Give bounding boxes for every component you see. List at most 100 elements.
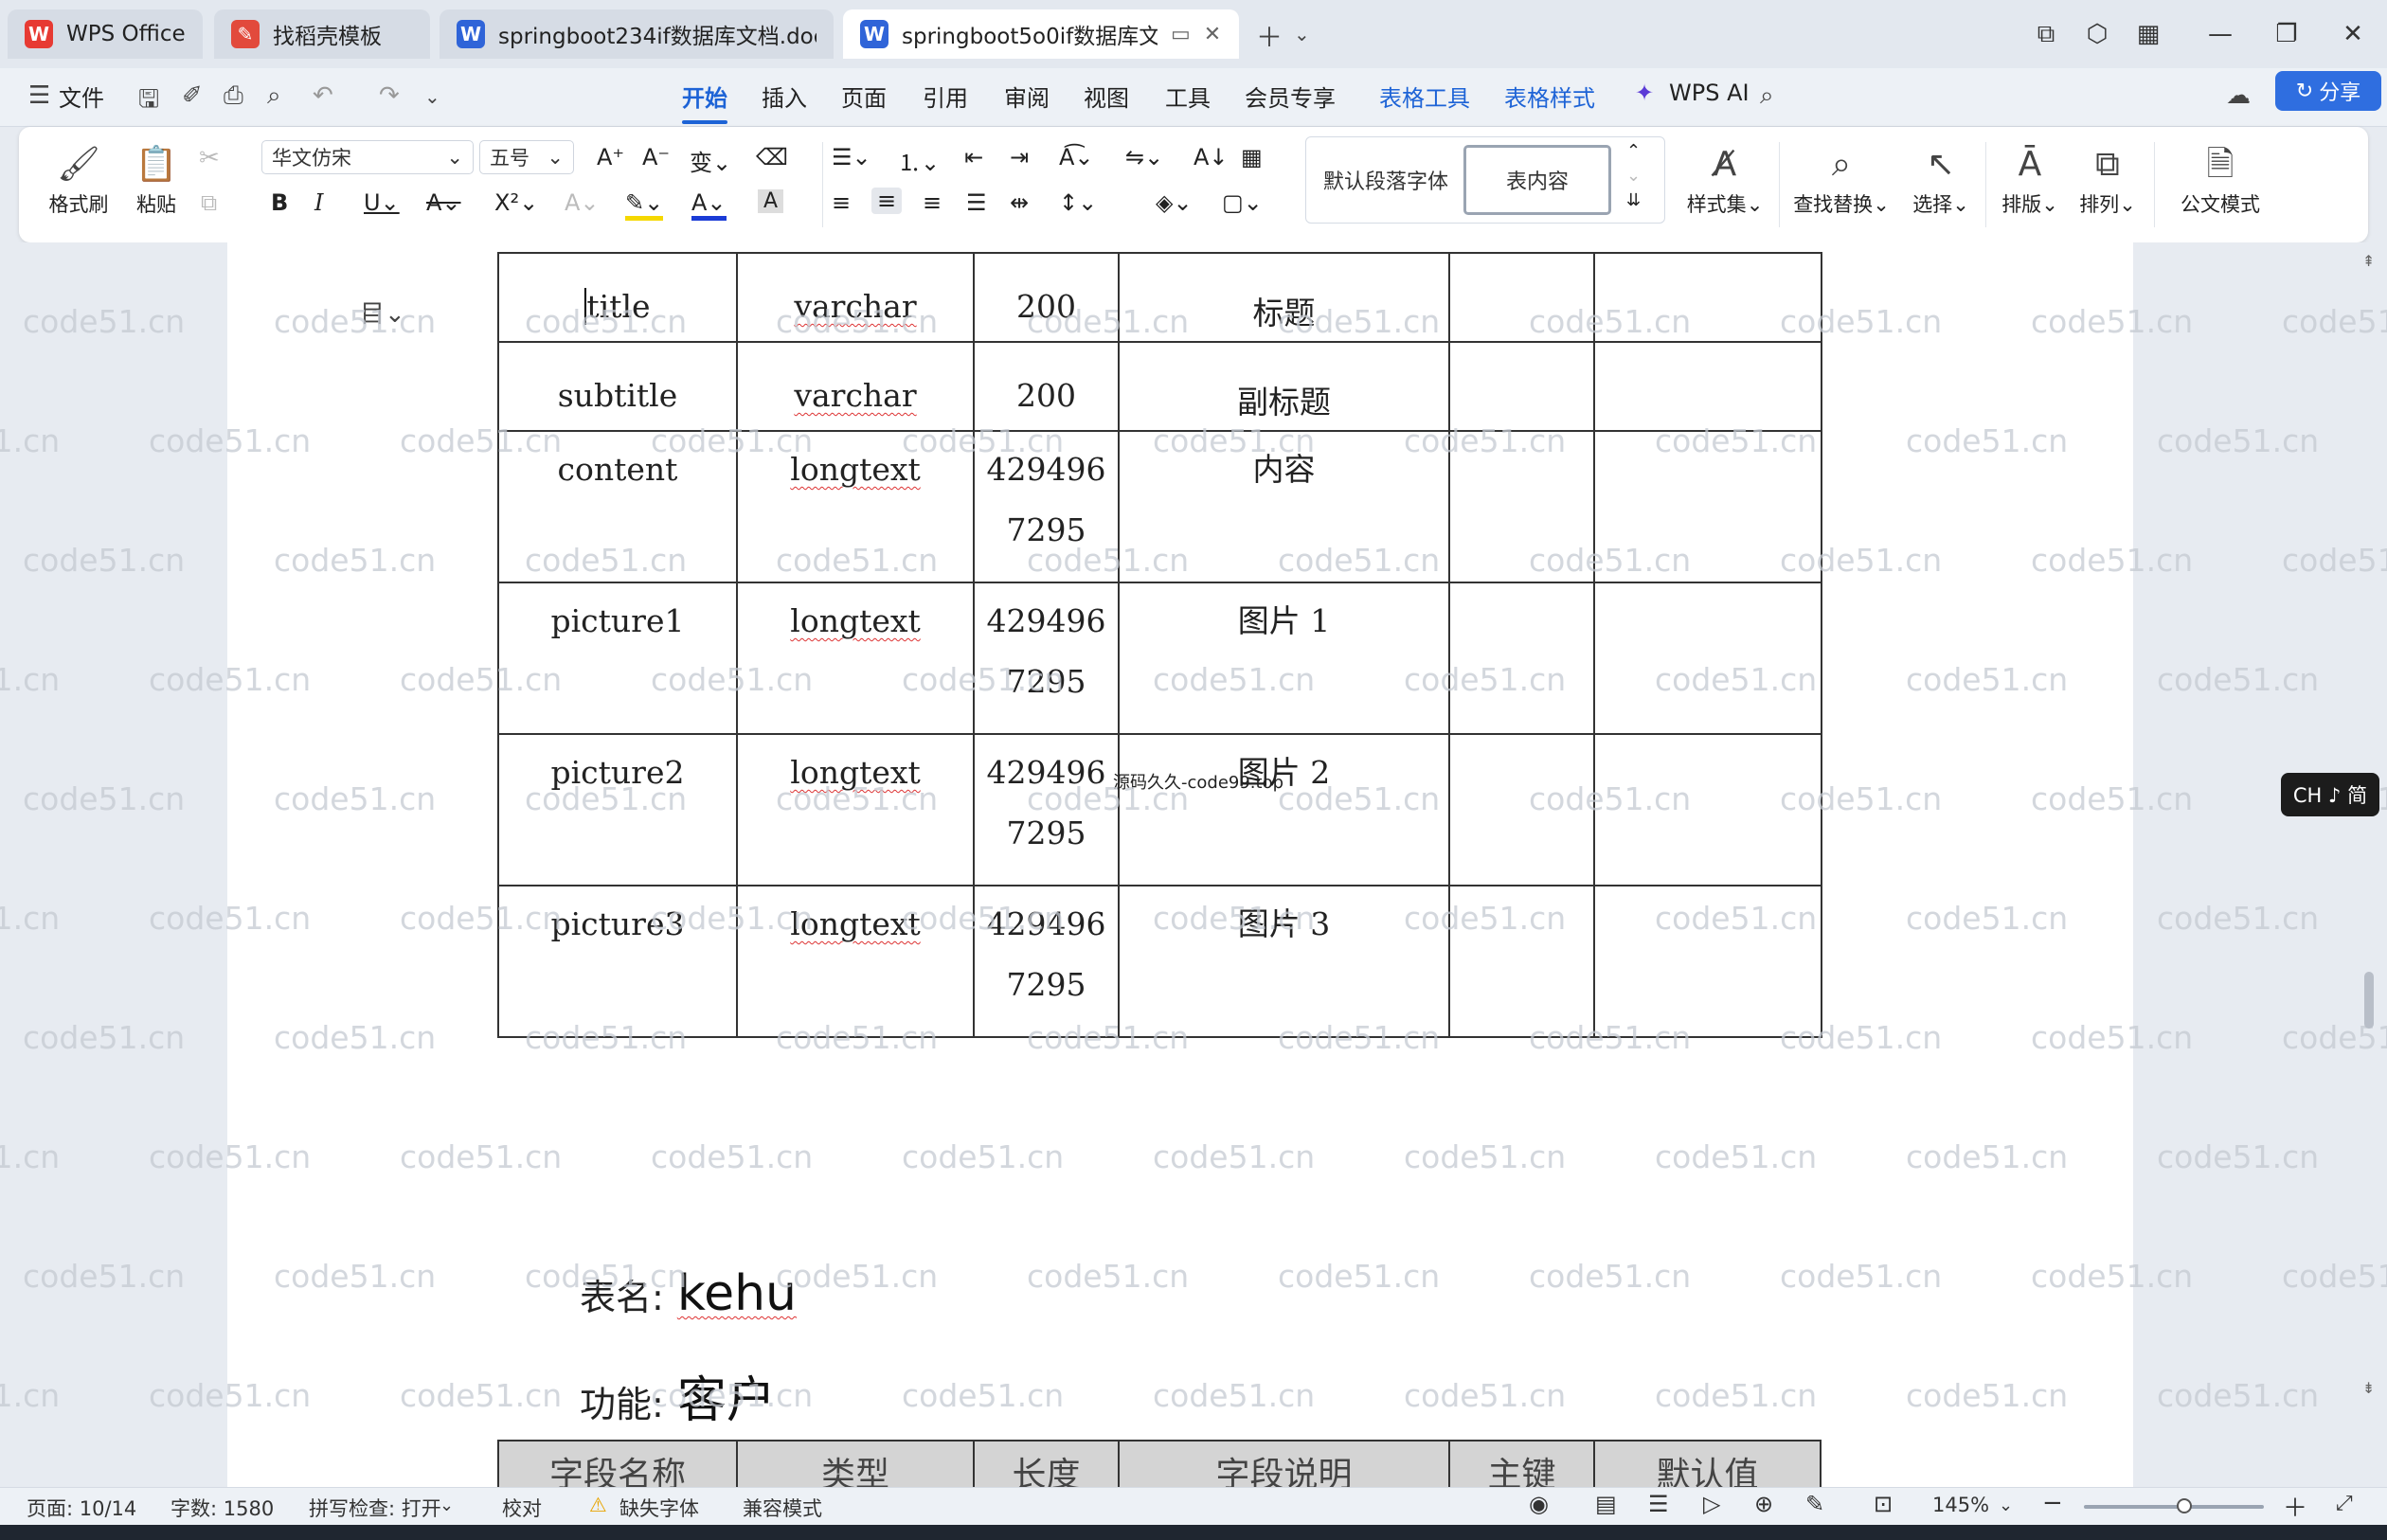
cell-field-type[interactable]: varchar [736, 252, 975, 343]
play-icon[interactable]: ▷ [1703, 1491, 1720, 1517]
close-tab-icon[interactable]: ✕ [1204, 23, 1221, 46]
cloud-upload-icon[interactable]: ☁ [2226, 81, 2251, 110]
chevron-down-icon[interactable]: ⌄ [1626, 166, 1641, 186]
menu-icon[interactable]: ☰ [28, 81, 50, 110]
italic-icon[interactable]: I [314, 189, 323, 216]
redo-icon[interactable]: ↷ [379, 81, 400, 110]
underline-icon[interactable]: U⌄ [364, 189, 400, 216]
cell-field-type[interactable]: longtext [736, 430, 975, 583]
tab-list-icon[interactable]: ⧉ [2023, 13, 2069, 55]
menu-review[interactable]: 审阅 [1004, 80, 1050, 113]
style-table-content[interactable]: 表内容 [1463, 145, 1611, 215]
fullscreen-icon[interactable]: ⤢ [2336, 1492, 2353, 1515]
clear-format-icon[interactable]: ⌫ [756, 144, 788, 170]
menu-reference[interactable]: 引用 [923, 80, 968, 113]
new-tab-icon[interactable]: ＋ [1256, 17, 1283, 55]
cell-default-value[interactable] [1593, 733, 1822, 886]
cube-icon[interactable]: ⬡ [2074, 13, 2120, 55]
scroll-thumb[interactable] [2364, 972, 2374, 1029]
print-icon[interactable]: ⎙ [224, 81, 243, 111]
undo-icon[interactable]: ↶ [313, 81, 333, 110]
font-name-select[interactable]: 华文仿宋 ⌄ [261, 140, 474, 174]
tab-wps-office[interactable]: W WPS Office [8, 9, 203, 59]
shrink-font-icon[interactable]: A⁻ [642, 144, 670, 170]
cell-field-length[interactable]: 429496 7295 [973, 582, 1120, 735]
cell-field-desc[interactable]: 副标题 [1118, 341, 1450, 432]
close-window-icon[interactable]: ✕ [2330, 13, 2376, 55]
justify-icon[interactable]: ☰ [966, 189, 987, 216]
share-button[interactable]: ↻ 分享 [2275, 71, 2381, 111]
cell-primary-key[interactable] [1448, 430, 1595, 583]
line-spacing-icon[interactable]: ↕⌄ [1059, 189, 1097, 216]
minimize-icon[interactable]: — [2198, 13, 2243, 55]
cell-field-length[interactable]: 429496 7295 [973, 885, 1120, 1038]
superscript-icon[interactable]: X²⌄ [494, 189, 538, 216]
cell-default-value[interactable] [1593, 430, 1822, 583]
zoom-slider[interactable] [2084, 1505, 2264, 1509]
cell-field-type[interactable]: varchar [736, 341, 975, 432]
font-size-select[interactable]: 五号 ⌄ [479, 140, 574, 174]
monitor-icon[interactable]: ▭ [1171, 23, 1191, 46]
zoom-in-icon[interactable]: ＋ [2283, 1489, 2307, 1524]
scroll-down-icon[interactable]: ⇟ [2362, 1379, 2375, 1397]
increase-indent-icon[interactable]: ⇥ [1010, 144, 1029, 170]
menu-insert[interactable]: 插入 [762, 80, 807, 113]
cell-field-desc[interactable]: 图片 2 [1118, 733, 1450, 886]
menu-tools[interactable]: 工具 [1165, 80, 1211, 113]
status-missing-font[interactable]: 缺失字体 [619, 1494, 699, 1522]
menu-member[interactable]: 会员专享 [1245, 80, 1336, 113]
tab-docer[interactable]: ✎ 找稻壳模板 [214, 9, 430, 59]
cell-field-desc[interactable]: 图片 3 [1118, 885, 1450, 1038]
phonetic-icon[interactable]: 变⌄ [690, 144, 731, 177]
paste-button[interactable]: 📋 粘贴 [121, 140, 191, 218]
restore-icon[interactable]: ❐ [2264, 13, 2309, 55]
menu-table-style[interactable]: 表格样式 [1504, 80, 1595, 113]
save-icon[interactable]: 🖫 [138, 81, 159, 123]
expand-gallery-icon[interactable]: ⇊ [1626, 190, 1641, 210]
cell-primary-key[interactable] [1448, 341, 1595, 432]
outline-toggle-icon[interactable]: 目⌄ [360, 295, 405, 330]
style-set-button[interactable]: A̸ 样式集⌄ [1682, 140, 1768, 218]
table-grid-icon[interactable]: ▦ [1241, 144, 1263, 170]
cell-primary-key[interactable] [1448, 733, 1595, 886]
cell-field-type[interactable]: longtext [736, 582, 975, 735]
scroll-up-icon[interactable]: ⇞ [2362, 252, 2375, 270]
copy-icon[interactable]: ⧉ [201, 189, 217, 216]
eye-icon[interactable]: ◉ [1529, 1491, 1549, 1517]
vertical-scrollbar[interactable]: ⇞ ⇟ [2357, 242, 2387, 1487]
cell-primary-key[interactable] [1448, 582, 1595, 735]
cell-field-desc[interactable]: 图片 1 [1118, 582, 1450, 735]
decrease-indent-icon[interactable]: ⇤ [964, 144, 983, 170]
tab-doc-5o0if[interactable]: W springboot5o0if数据库文档 ▭ ✕ [843, 9, 1239, 59]
official-mode-button[interactable]: 🗎 公文模式 [2165, 140, 2275, 218]
cell-field-length[interactable]: 429496 7295 [973, 733, 1120, 886]
menu-home[interactable]: 开始 [682, 80, 727, 124]
cell-field-name[interactable]: picture3 [497, 885, 738, 1038]
cell-default-value[interactable] [1593, 885, 1822, 1038]
ime-indicator[interactable]: CH ♪ 简 [2281, 773, 2379, 816]
char-shading-icon[interactable]: A [758, 189, 784, 213]
distribute-icon[interactable]: ⇹ [1010, 189, 1029, 216]
cell-field-name[interactable]: picture2 [497, 733, 738, 886]
align-center-icon[interactable]: ≡ [871, 188, 903, 214]
cell-field-type[interactable]: longtext [736, 885, 975, 1038]
find-replace-button[interactable]: ⌕ 查找替换⌄ [1788, 140, 1894, 218]
cell-field-name[interactable]: picture1 [497, 582, 738, 735]
cell-field-desc[interactable]: 内容 [1118, 430, 1450, 583]
align-left-icon[interactable]: ≡ [832, 189, 851, 216]
cell-default-value[interactable] [1593, 341, 1822, 432]
tab-doc-234if[interactable]: W springboot234if数据库文档.doc [440, 9, 834, 59]
font-color-icon[interactable]: A⌄ [691, 189, 727, 221]
zoom-slider-knob[interactable] [2177, 1498, 2192, 1513]
chevron-down-icon[interactable]: ⌄ [1294, 23, 1310, 45]
menu-page[interactable]: 页面 [841, 80, 887, 113]
page-view-icon[interactable]: ▤ [1595, 1491, 1617, 1517]
border-icon[interactable]: ▢⌄ [1222, 189, 1263, 216]
pen-icon[interactable]: ✎ [1805, 1491, 1824, 1517]
cell-field-desc[interactable]: 标题 [1118, 252, 1450, 343]
highlight-icon[interactable]: ✎⌄ [625, 189, 664, 221]
chevron-up-icon[interactable]: ⌃ [1626, 141, 1641, 161]
fit-page-icon[interactable]: ⊡ [1874, 1491, 1893, 1517]
avatar[interactable]: ▦ [2126, 13, 2171, 55]
line-break-icon[interactable]: ⇋⌄ [1125, 144, 1163, 170]
